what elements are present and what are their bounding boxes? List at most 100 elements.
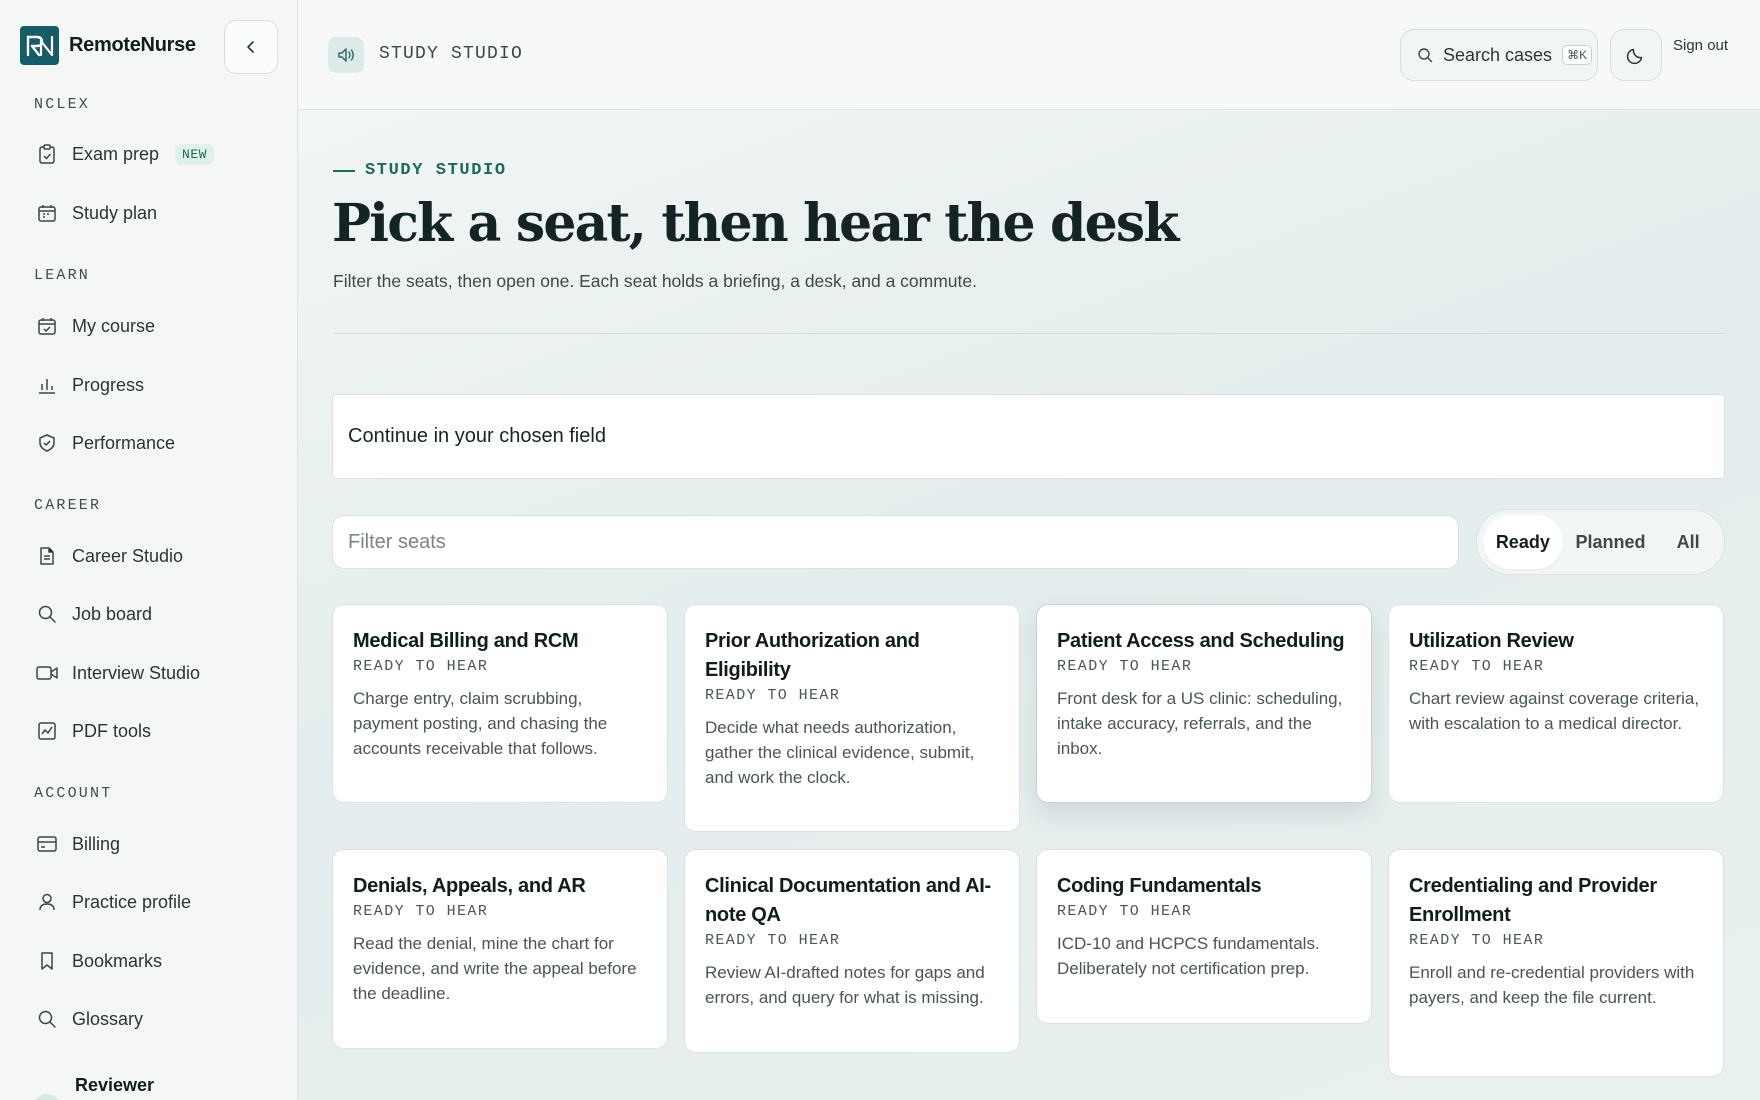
sidebar-item-progress[interactable]: Progress — [28, 362, 278, 408]
sidebar-item-my-course[interactable]: My course — [28, 303, 278, 349]
clipboard-check-icon — [36, 143, 58, 165]
sidebar-item-practice-profile[interactable]: Practice profile — [28, 879, 278, 925]
sidebar-item-performance[interactable]: Performance — [28, 420, 278, 466]
seat-description: Read the denial, mine the chart for evid… — [353, 934, 637, 1003]
page-subtitle: Filter the seats, then open one. Each se… — [333, 271, 977, 291]
main-content: STUDY STUDIO Pick a seat, then hear the … — [298, 111, 1760, 1100]
seat-card[interactable]: Patient Access and Scheduling READY TO H… — [1036, 604, 1372, 803]
segment-all[interactable]: All — [1658, 515, 1718, 569]
sidebar-item-label: Job board — [72, 603, 153, 624]
sidebar-item-interview-studio[interactable]: Interview Studio — [28, 650, 278, 696]
eyebrow-label: STUDY STUDIO — [365, 161, 507, 180]
nav-section-nclex: NCLEX — [34, 96, 91, 113]
sign-out-link[interactable]: Sign out — [1673, 37, 1728, 54]
user-name: Reviewer — [75, 1075, 155, 1095]
continue-field-card[interactable]: Continue in your chosen field — [332, 394, 1725, 479]
sidebar-item-career-studio[interactable]: Career Studio — [28, 533, 278, 579]
sidebar-item-label: Practice profile — [72, 891, 192, 912]
seat-title: Credentialing and Provider Enrollment — [1409, 875, 1657, 926]
bookmark-icon — [36, 950, 58, 972]
bar-chart-icon — [36, 374, 58, 396]
topbar: STUDY STUDIO Search cases ⌘K Sign out — [298, 0, 1760, 110]
sidebar-item-label: Interview Studio — [72, 662, 201, 683]
video-icon — [36, 662, 58, 684]
collapse-sidebar-button[interactable] — [224, 20, 278, 74]
eyebrow: STUDY STUDIO — [333, 161, 507, 180]
seat-status: READY TO HEAR — [1409, 658, 1545, 675]
seat-status: READY TO HEAR — [705, 932, 841, 949]
seat-title: Patient Access and Scheduling — [1057, 630, 1345, 652]
seat-status: READY TO HEAR — [705, 687, 841, 704]
page-context-title: STUDY STUDIO — [379, 44, 524, 64]
sidebar-item-label: Bookmarks — [72, 950, 163, 971]
new-badge: NEW — [175, 143, 214, 165]
seat-description: ICD-10 and HCPCS fundamentals. Deliberat… — [1057, 934, 1320, 978]
seat-description: Chart review against coverage criteria, … — [1409, 689, 1700, 733]
seat-card[interactable]: Medical Billing and RCM READY TO HEAR Ch… — [332, 604, 668, 803]
sidebar-item-job-board[interactable]: Job board — [28, 591, 278, 637]
seat-title: Clinical Documentation and AI-note QA — [705, 875, 991, 926]
keyboard-shortcut: ⌘K — [1562, 45, 1593, 65]
sidebar-item-exam-prep[interactable]: Exam prep NEW — [28, 131, 278, 177]
sidebar-item-bookmarks[interactable]: Bookmarks — [28, 938, 278, 984]
user-row[interactable]: RE — [32, 1072, 62, 1100]
chart-line-icon — [36, 720, 58, 742]
chevron-left-icon — [247, 41, 254, 53]
sidebar-item-label: Performance — [72, 432, 176, 453]
seat-title: Coding Fundamentals — [1057, 875, 1262, 897]
seat-title: Denials, Appeals, and AR — [353, 875, 586, 897]
seat-description: Charge entry, claim scrubbing, payment p… — [353, 689, 608, 758]
calendar-icon — [36, 202, 58, 224]
shield-check-icon — [36, 432, 58, 454]
sidebar-item-billing[interactable]: Billing — [28, 821, 278, 867]
user-icon — [36, 891, 58, 913]
segment-ready[interactable]: Ready — [1483, 515, 1563, 569]
seat-card[interactable]: Clinical Documentation and AI-note QA RE… — [684, 849, 1020, 1053]
sidebar-item-glossary[interactable]: Glossary — [28, 996, 278, 1042]
search-icon — [36, 603, 58, 625]
seat-status: READY TO HEAR — [1409, 932, 1545, 949]
sidebar-item-label: PDF tools — [72, 720, 152, 741]
document-icon — [36, 545, 58, 567]
seat-title: Utilization Review — [1409, 630, 1574, 652]
seat-card[interactable]: Coding Fundamentals READY TO HEAR ICD-10… — [1036, 849, 1372, 1024]
divider — [333, 333, 1725, 334]
eyebrow-dash — [333, 169, 355, 172]
sidebar-item-label: Progress — [72, 374, 145, 395]
brand[interactable]: RemoteNurse — [20, 26, 196, 65]
avatar: RE — [32, 1094, 62, 1100]
search-cases-button[interactable]: Search cases ⌘K — [1400, 29, 1598, 81]
nav-section-career: CAREER — [34, 497, 102, 514]
brand-logo-icon — [20, 26, 59, 65]
seat-title: Medical Billing and RCM — [353, 630, 579, 652]
sidebar: RemoteNurse NCLEX Exam prep NEW Study pl… — [0, 0, 298, 1100]
speaker-icon — [328, 37, 364, 73]
seat-status: READY TO HEAR — [353, 658, 489, 675]
sidebar-item-pdf-tools[interactable]: PDF tools — [28, 708, 278, 754]
sidebar-item-label: Billing — [72, 833, 121, 854]
sidebar-item-study-plan[interactable]: Study plan — [28, 190, 278, 236]
seat-description: Decide what needs authorization, gather … — [705, 718, 975, 787]
seat-card[interactable]: Utilization Review READY TO HEAR Chart r… — [1388, 604, 1724, 803]
seat-status: READY TO HEAR — [1057, 903, 1193, 920]
search-cases-label: Search cases — [1443, 44, 1553, 65]
brand-name: RemoteNurse — [69, 34, 196, 56]
calendar-check-icon — [36, 315, 58, 337]
seat-card[interactable]: Prior Authorization and Eligibility READ… — [684, 604, 1020, 832]
theme-toggle-button[interactable] — [1610, 29, 1662, 81]
status-segmented-control: Ready Planned All — [1476, 509, 1725, 575]
segment-planned[interactable]: Planned — [1563, 515, 1659, 569]
seat-title: Prior Authorization and Eligibility — [705, 630, 920, 681]
credit-card-icon — [36, 833, 58, 855]
moon-icon — [1626, 48, 1643, 65]
filter-seats-input[interactable] — [332, 515, 1459, 569]
seat-description: Front desk for a US clinic: scheduling, … — [1057, 689, 1343, 758]
sidebar-item-label: Study plan — [72, 202, 158, 223]
search-icon — [1418, 48, 1433, 63]
seat-status: READY TO HEAR — [353, 903, 489, 920]
seat-card[interactable]: Credentialing and Provider Enrollment RE… — [1388, 849, 1724, 1077]
page-title: Pick a seat, then hear the desk — [332, 193, 1179, 254]
nav-section-learn: LEARN — [34, 267, 91, 284]
seat-card[interactable]: Denials, Appeals, and AR READY TO HEAR R… — [332, 849, 668, 1049]
sidebar-item-label: Exam prep — [72, 143, 160, 164]
